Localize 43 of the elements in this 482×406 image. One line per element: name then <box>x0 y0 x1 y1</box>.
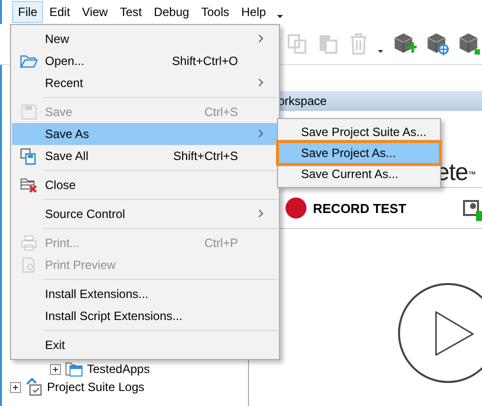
chevron-icon <box>258 209 264 218</box>
caret-icon[interactable] <box>376 47 384 55</box>
menu-item[interactable]: Open... Shift+Ctrl+O <box>12 50 278 72</box>
panel-title: orkspace <box>278 94 327 108</box>
chevron-icon <box>258 78 264 87</box>
tree-item[interactable]: Project Suite Logs <box>47 380 144 394</box>
menu-item[interactable]: Install Script Extensions... <box>12 305 278 327</box>
expand-toggle[interactable] <box>50 364 61 374</box>
menu-item[interactable]: Save As <box>12 123 278 145</box>
save-all-icon <box>20 148 37 164</box>
menu-item[interactable]: New <box>12 28 278 50</box>
folder-close-icon <box>20 177 38 193</box>
menu-item[interactable]: Save All Shift+Ctrl+S <box>12 145 278 167</box>
printer-icon <box>20 235 36 251</box>
record-icon <box>285 197 307 219</box>
menu-title[interactable]: File <box>12 1 44 23</box>
folder-icon <box>20 54 38 68</box>
record-test-button[interactable]: RECORD TEST <box>285 197 406 219</box>
log-icon <box>25 378 43 396</box>
menu-item[interactable]: Recent <box>12 72 278 94</box>
print-preview-icon <box>20 257 36 273</box>
menu-title[interactable]: Edit <box>43 1 76 23</box>
menu-title[interactable]: Test <box>114 1 148 23</box>
expand-toggle[interactable] <box>10 382 21 392</box>
menu-item[interactable]: Save Project As... <box>279 143 439 163</box>
tree-item[interactable]: TestedApps <box>87 362 150 376</box>
menu-item[interactable]: Save Current As... <box>279 164 439 184</box>
menu-title[interactable]: Tools <box>195 1 236 23</box>
menu-item[interactable]: Install Extensions... <box>12 283 278 305</box>
chevron-icon <box>258 129 264 138</box>
menu-title[interactable]: Help <box>235 1 272 23</box>
menu-item[interactable]: Close <box>12 174 278 196</box>
menu-item[interactable]: Source Control <box>12 203 278 225</box>
menu-title[interactable]: View <box>76 1 114 23</box>
chevron-icon <box>258 34 264 43</box>
menu-title[interactable]: Debug <box>148 1 196 23</box>
menu-item[interactable]: Exit <box>12 334 278 356</box>
play-icon[interactable] <box>398 282 482 384</box>
save-icon <box>20 104 36 120</box>
menu-item[interactable]: Save Project Suite As... <box>279 122 439 142</box>
caret-icon[interactable] <box>276 12 284 20</box>
trademark: ™ <box>468 170 476 181</box>
folder-window-icon <box>65 361 83 377</box>
